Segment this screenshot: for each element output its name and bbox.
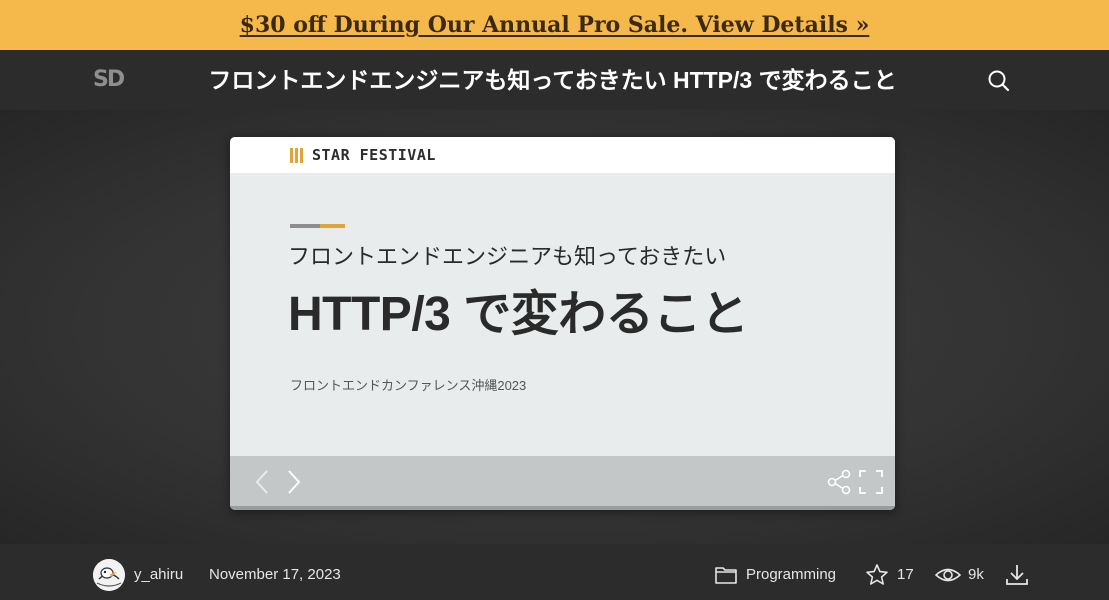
slide-event-name: フロントエンドカンファレンス沖縄2023 <box>290 378 527 393</box>
search-icon[interactable] <box>985 67 1013 95</box>
download-icon[interactable] <box>1005 563 1029 587</box>
slide-viewer[interactable]: STAR FESTIVAL フロントエンドエンジニアも知っておきたい HTTP/… <box>230 137 895 510</box>
views-count: 9k <box>968 566 984 583</box>
slide-header: STAR FESTIVAL <box>230 137 895 173</box>
page-title: フロントエンドエンジニアも知っておきたい HTTP/3 で変わること <box>208 67 897 93</box>
slide-controls <box>230 456 895 506</box>
top-navigation-bar: SD フロントエンドエンジニアも知っておきたい HTTP/3 で変わること <box>0 50 1109 110</box>
deck-meta-bar: y_ahiru November 17, 2023 Programming 17… <box>0 544 1109 600</box>
fullscreen-icon[interactable] <box>858 468 884 496</box>
eye-icon <box>934 563 962 587</box>
avatar[interactable] <box>93 559 125 591</box>
slide-heading: HTTP/3 で変わること <box>288 288 749 341</box>
chevron-left-icon[interactable] <box>252 468 274 496</box>
stars-count: 17 <box>897 566 914 583</box>
share-icon[interactable] <box>825 468 853 496</box>
chevron-right-icon[interactable] <box>282 468 304 496</box>
star-icon[interactable] <box>865 563 889 587</box>
slide-subtitle: フロントエンドエンジニアも知っておきたい <box>288 244 727 269</box>
promo-link[interactable]: $30 off During Our Annual Pro Sale. View… <box>240 12 870 38</box>
speakerdeck-logo-icon[interactable]: SD <box>93 68 127 92</box>
publish-date: November 17, 2023 <box>209 566 341 583</box>
slide-progress-strip <box>230 506 895 510</box>
accent-line <box>290 224 345 228</box>
category-link[interactable]: Programming <box>746 566 836 584</box>
slide-brand: STAR FESTIVAL <box>312 146 436 164</box>
folder-icon <box>714 563 738 587</box>
brand-bars-icon <box>290 148 304 163</box>
username-link[interactable]: y_ahiru <box>134 566 183 584</box>
promo-banner: $30 off During Our Annual Pro Sale. View… <box>0 0 1109 50</box>
